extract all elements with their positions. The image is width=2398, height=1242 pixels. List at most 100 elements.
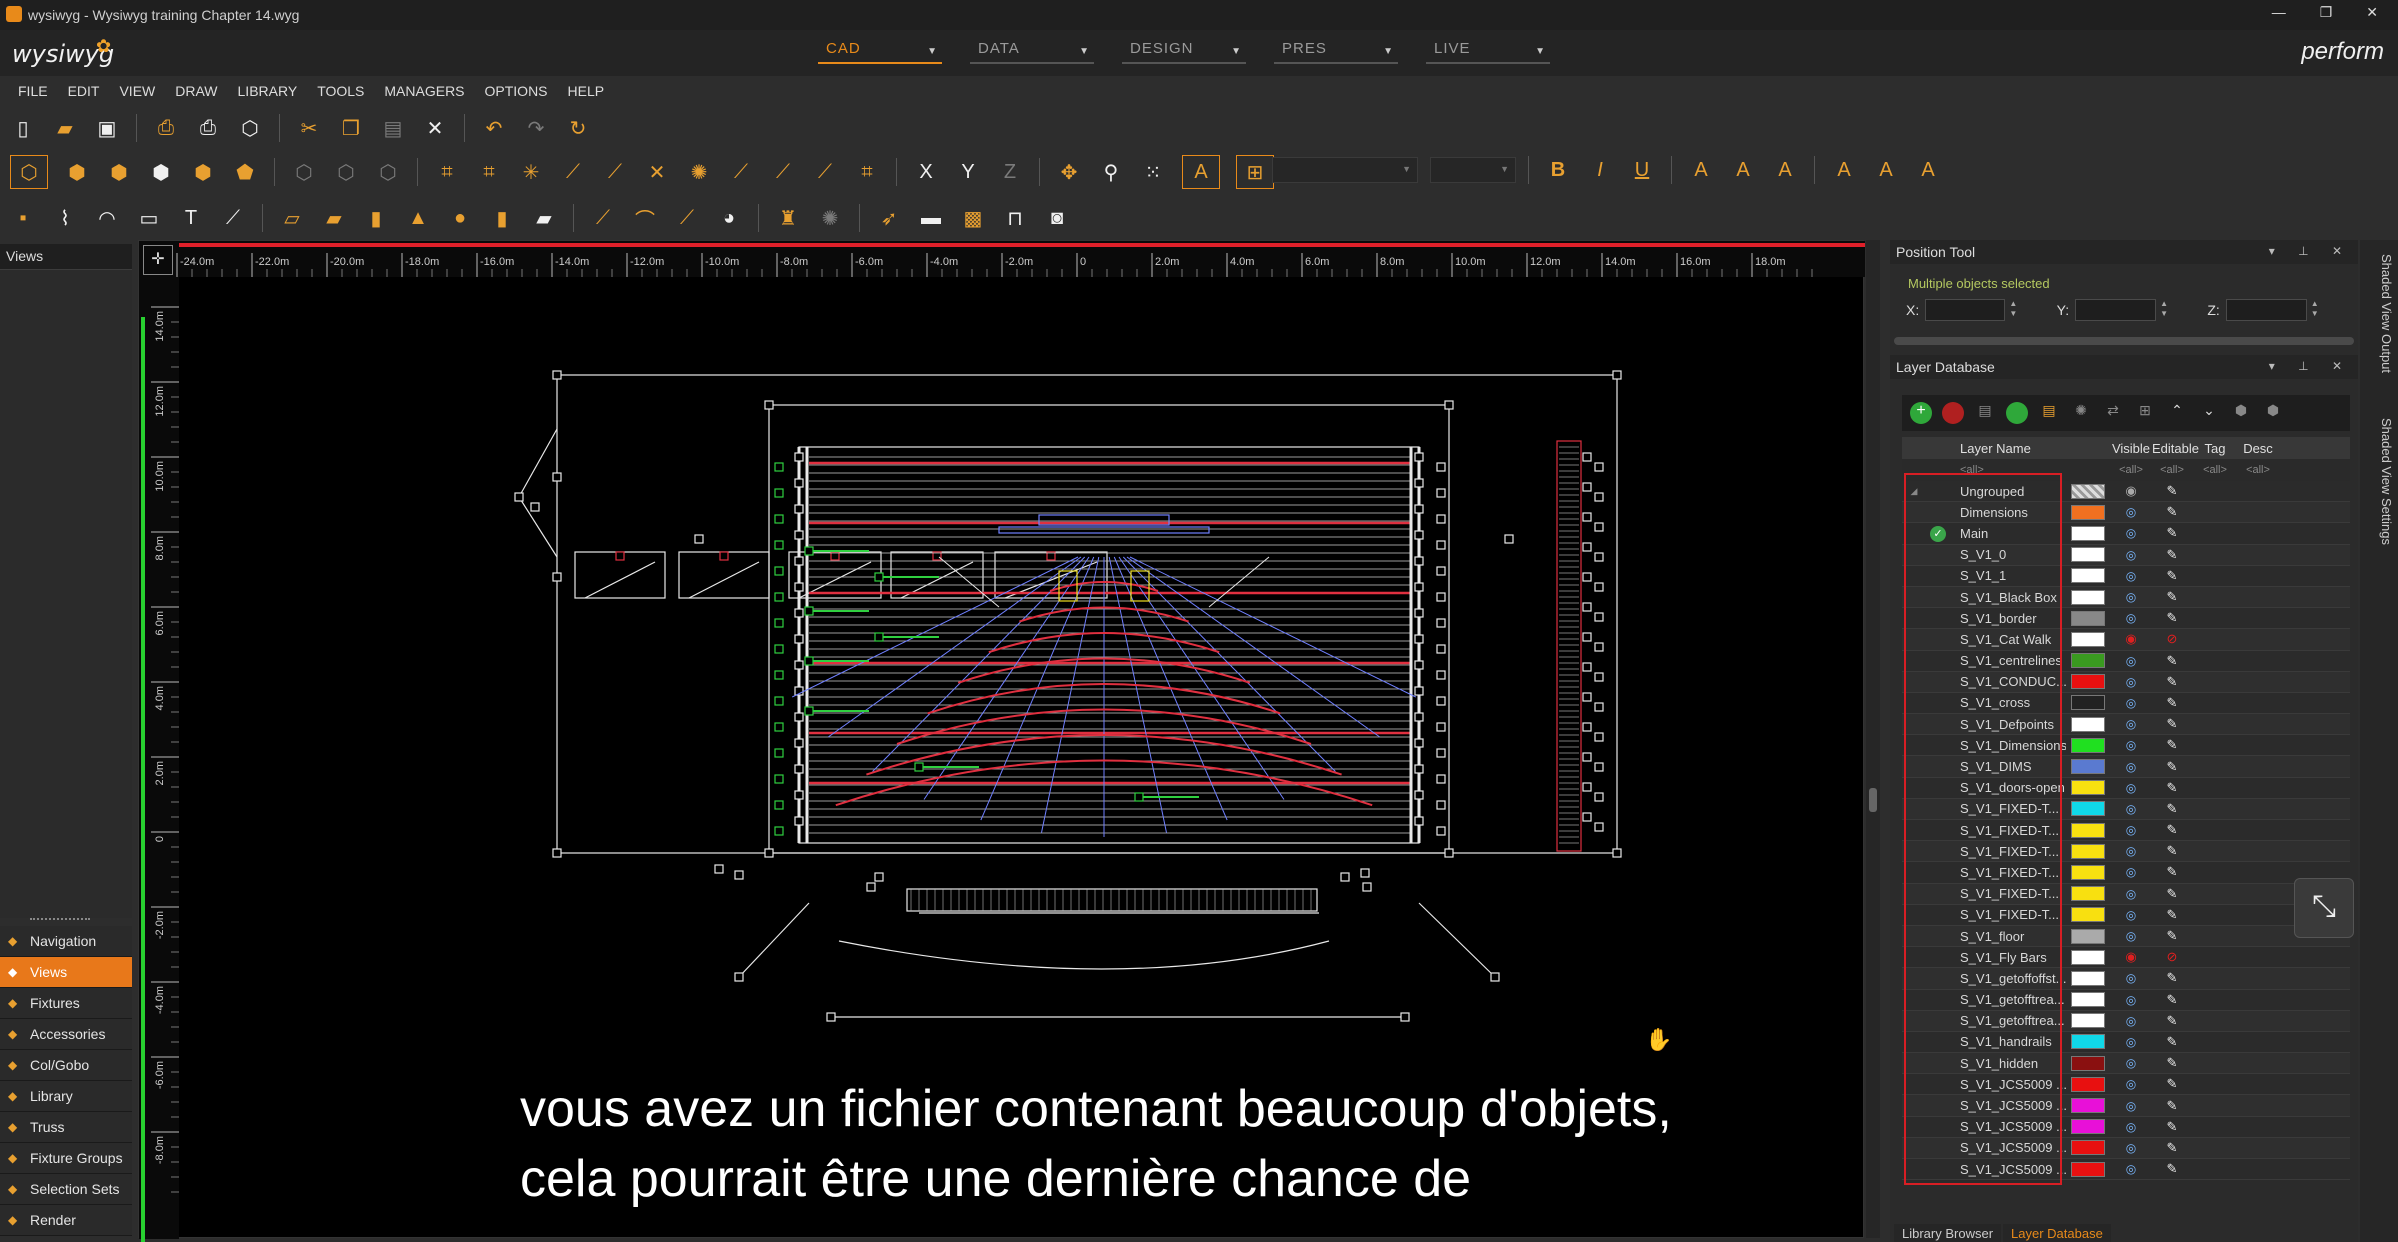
- layer-name[interactable]: S_V1_getoffoffst...: [1950, 971, 2066, 986]
- color-cell[interactable]: [2066, 907, 2110, 923]
- print-preview-icon[interactable]: ⎙: [153, 115, 179, 141]
- shaded-cube-icon[interactable]: ⬡: [375, 159, 401, 185]
- eye-icon[interactable]: ◎: [2110, 505, 2152, 519]
- mode-data[interactable]: DATA ▼: [970, 40, 1094, 64]
- font-size-select[interactable]: ▼: [1430, 157, 1516, 183]
- y-spinner[interactable]: ▲ ▼: [2160, 299, 2171, 321]
- layer-name[interactable]: S_V1_FIXED-T...: [1950, 844, 2066, 859]
- rectangle-icon[interactable]: ▭: [136, 205, 162, 231]
- move-icon[interactable]: ✥: [1056, 159, 1082, 185]
- layer-name[interactable]: S_V1_handrails: [1950, 1034, 2066, 1049]
- layer-name[interactable]: S_V1_cross: [1950, 695, 2066, 710]
- nav-item-library[interactable]: ◆ Library: [0, 1081, 132, 1112]
- layer-name[interactable]: S_V1_floor: [1950, 929, 2066, 944]
- filter-desc[interactable]: <all>: [2238, 464, 2278, 476]
- color-cell[interactable]: [2066, 970, 2110, 986]
- pencil-icon[interactable]: ✎: [2152, 1161, 2192, 1177]
- layer-export-icon[interactable]: ⬢: [2262, 402, 2284, 424]
- eye-icon[interactable]: ◎: [2110, 802, 2152, 816]
- layer-color-icon[interactable]: ▤: [2038, 402, 2060, 424]
- layer-row[interactable]: S_V1_FIXED-T... ◎ ✎: [1902, 798, 2350, 820]
- text-tool-icon[interactable]: T: [178, 205, 204, 231]
- pencil-icon[interactable]: ✎: [2152, 907, 2192, 923]
- cube-top-icon[interactable]: ⬢: [64, 159, 90, 185]
- ruler-origin-crosshair-icon[interactable]: ✛: [143, 245, 173, 275]
- delete-icon[interactable]: ✕: [422, 115, 448, 141]
- layer-name[interactable]: S_V1_FIXED-T...: [1950, 801, 2066, 816]
- pencil-icon[interactable]: ✎: [2152, 970, 2192, 986]
- eye-icon[interactable]: ◎: [2110, 526, 2152, 540]
- menu-library[interactable]: LIBRARY: [238, 83, 298, 99]
- layer-name[interactable]: S_V1_JCS5009 ...: [1950, 1140, 2066, 1155]
- cube-front-icon[interactable]: ⬢: [106, 159, 132, 185]
- layer-row[interactable]: S_V1_JCS5009 ... ◎ ✎: [1902, 1074, 2350, 1096]
- lock-icon[interactable]: ⚲: [1098, 159, 1124, 185]
- cylinder-icon[interactable]: ▮: [363, 205, 389, 231]
- eye-icon[interactable]: ◎: [2110, 1099, 2152, 1113]
- scrollbar-thumb[interactable]: [1869, 788, 1877, 812]
- position-tool-scrollbar[interactable]: [1894, 337, 2354, 345]
- column-layer-name[interactable]: Layer Name: [1950, 441, 2066, 456]
- pencil-icon[interactable]: ✎: [2152, 547, 2192, 563]
- pencil-icon[interactable]: ✎: [2152, 568, 2192, 584]
- panel-controls[interactable]: ▾ ⊥ ✕: [2269, 359, 2352, 373]
- filter-name[interactable]: <all>: [1950, 464, 2066, 476]
- nav-item-navigation[interactable]: ◆ Navigation: [0, 926, 132, 957]
- tree-expander-icon[interactable]: ◢: [1902, 486, 1926, 497]
- layer-row[interactable]: S_V1_getoffoffst... ◎ ✎: [1902, 968, 2350, 990]
- cut-icon[interactable]: ✂: [296, 115, 322, 141]
- hidden-eye-icon[interactable]: ◉: [2110, 949, 2152, 965]
- pencil-icon[interactable]: ✎: [2152, 928, 2192, 944]
- curved-pipe-icon[interactable]: ⌒: [632, 205, 658, 232]
- export-icon[interactable]: ⬡: [237, 115, 263, 141]
- box-icon[interactable]: ▰: [321, 205, 347, 231]
- nav-item-truss[interactable]: ◆ Truss: [0, 1112, 132, 1143]
- snap-line-icon[interactable]: ⟋: [560, 159, 586, 185]
- color-cell[interactable]: [2066, 1098, 2110, 1114]
- color-cell[interactable]: [2066, 653, 2110, 669]
- layer-name[interactable]: S_V1_CONDUC...: [1950, 674, 2066, 689]
- collapse-all-icon[interactable]: ⌃: [2166, 402, 2188, 424]
- layer-name[interactable]: S_V1_Dimensions: [1950, 738, 2066, 753]
- maximize-button[interactable]: ❐: [2320, 4, 2333, 21]
- pencil-icon[interactable]: ✎: [2152, 886, 2192, 902]
- paste-icon[interactable]: ▤: [380, 115, 406, 141]
- save-icon[interactable]: ▣: [94, 115, 120, 141]
- layer-row[interactable]: S_V1_getofftrea... ◎ ✎: [1902, 990, 2350, 1011]
- snap-point-icon[interactable]: ✳: [518, 159, 544, 185]
- snap-end-icon[interactable]: ⟋: [812, 159, 838, 185]
- eye-icon[interactable]: ◎: [2110, 887, 2152, 901]
- set-current-icon[interactable]: [2006, 402, 2028, 424]
- color-cell[interactable]: [2066, 631, 2110, 647]
- layer-row[interactable]: S_V1_Fly Bars ◉ ⊘: [1902, 947, 2350, 969]
- collapse-panel-icon[interactable]: ⤡: [2294, 878, 2354, 938]
- mode-design[interactable]: DESIGN ▼: [1122, 40, 1246, 64]
- color-cell[interactable]: [2066, 589, 2110, 605]
- dots-grid-icon[interactable]: ⁙: [1140, 159, 1166, 185]
- layer-name[interactable]: Dimensions: [1950, 505, 2066, 520]
- eraser-icon[interactable]: ▰: [531, 205, 557, 231]
- eye-icon[interactable]: ◎: [2110, 1077, 2152, 1091]
- color-cell[interactable]: [2066, 1013, 2110, 1029]
- layer-row[interactable]: S_V1_handrails ◎ ✎: [1902, 1032, 2350, 1054]
- color-cell[interactable]: [2066, 886, 2110, 902]
- eye-icon[interactable]: ◎: [2110, 971, 2152, 985]
- color-cell[interactable]: [2066, 759, 2110, 775]
- eye-icon[interactable]: ◎: [2110, 1162, 2152, 1176]
- eye-icon[interactable]: ◎: [2110, 569, 2152, 583]
- pencil-icon[interactable]: ✎: [2152, 822, 2192, 838]
- color-cell[interactable]: [2066, 716, 2110, 732]
- color-cell[interactable]: [2066, 1076, 2110, 1092]
- column-visible[interactable]: Visible: [2110, 441, 2152, 456]
- snap-object-icon[interactable]: ⌗: [476, 159, 502, 185]
- eye-icon[interactable]: ◎: [2110, 1035, 2152, 1049]
- x-field[interactable]: [1924, 299, 2006, 321]
- current-cell[interactable]: ✓: [1926, 525, 1950, 542]
- column-desc[interactable]: Desc: [2238, 441, 2278, 456]
- mode-pres[interactable]: PRES ▼: [1274, 40, 1398, 64]
- color-cell[interactable]: [2066, 483, 2110, 499]
- point-icon[interactable]: ▪: [10, 205, 36, 231]
- undo-icon[interactable]: ↶: [481, 115, 507, 141]
- nav-item-render[interactable]: ◆ Render: [0, 1205, 132, 1236]
- eye-icon[interactable]: ◎: [2110, 548, 2152, 562]
